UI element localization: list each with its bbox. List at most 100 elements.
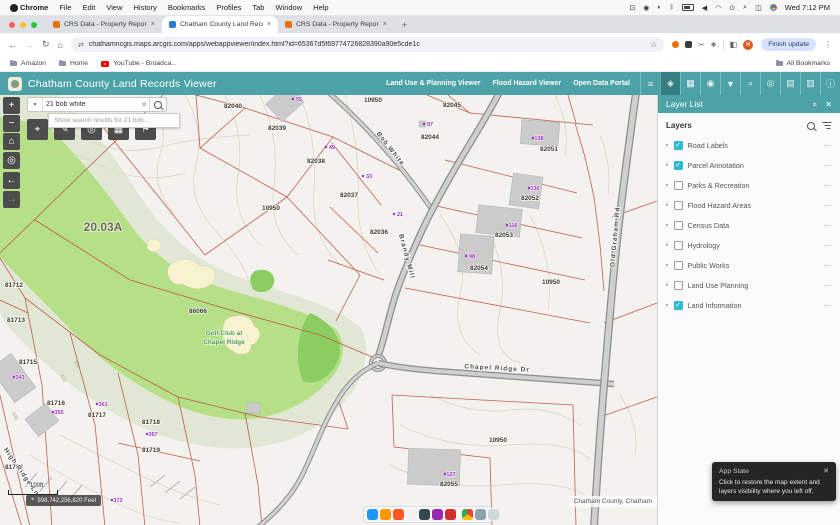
dock-launchpad-icon[interactable] <box>380 509 391 520</box>
tab-3[interactable]: CRS Data - Property Report f× <box>278 16 394 33</box>
expand-layer-icon[interactable]: ▸ <box>666 302 669 308</box>
map-canvas[interactable]: 600610630 20.03A Golf Club at Chapel Rid… <box>0 95 657 525</box>
menu-window[interactable]: Window <box>275 3 302 12</box>
layer-checkbox[interactable] <box>674 221 683 230</box>
apple-icon[interactable] <box>10 4 18 12</box>
layer-checkbox[interactable] <box>674 281 683 290</box>
header-link-flood-hazard-viewer[interactable]: Flood Hazard Viewer <box>492 80 561 87</box>
close-tab-icon[interactable]: × <box>151 21 155 28</box>
close-tab-icon[interactable]: × <box>383 21 387 28</box>
expand-layer-icon[interactable]: ▸ <box>666 222 669 228</box>
layer-row-hydrology[interactable]: ▸Hydrology⋯ <box>658 235 840 255</box>
profile-avatar[interactable]: H <box>743 40 753 50</box>
close-tab-icon[interactable]: × <box>267 21 271 28</box>
layer-menu-icon[interactable]: ⋯ <box>823 241 832 250</box>
layer-menu-icon[interactable]: ⋯ <box>823 201 832 210</box>
layer-row-census-data[interactable]: ▸Census Data⋯ <box>658 215 840 235</box>
extension-icon[interactable] <box>685 41 692 48</box>
layer-row-parcel-annotation[interactable]: ▸✓Parcel Annotation⋯ <box>658 155 840 175</box>
finish-update-button[interactable]: Finish update <box>761 38 816 51</box>
menu-help[interactable]: Help <box>313 3 328 12</box>
expand-layer-icon[interactable]: ▸ <box>666 202 669 208</box>
map-viewport[interactable]: 600610630 20.03A Golf Club at Chapel Rid… <box>0 95 657 525</box>
layer-menu-icon[interactable]: ⋯ <box>823 281 832 290</box>
layer-checkbox[interactable] <box>674 241 683 250</box>
dock-mail-icon[interactable] <box>393 509 404 520</box>
collapse-panel-icon[interactable]: « <box>811 102 820 106</box>
maximize-window-icon[interactable] <box>31 22 37 28</box>
layer-menu-icon[interactable]: ⋯ <box>823 261 832 270</box>
browser-menu-icon[interactable]: ⋮ <box>824 40 832 49</box>
add-data-icon[interactable]: ◉ <box>700 72 720 95</box>
map-search-box[interactable]: ▼ ✕ <box>27 97 167 112</box>
info-icon[interactable]: ⓘ <box>820 72 840 95</box>
menu-view[interactable]: View <box>106 3 122 12</box>
forward-button[interactable]: → <box>25 40 34 50</box>
next-extent-button[interactable]: → <box>3 191 20 208</box>
zoom-in-button[interactable]: + <box>3 97 20 114</box>
menu-file[interactable]: File <box>59 3 71 12</box>
dock-photos-icon[interactable] <box>406 509 417 520</box>
layer-menu-icon[interactable]: ⋯ <box>823 301 832 310</box>
report-icon[interactable]: ▥ <box>800 72 820 95</box>
bookmark-amazon[interactable]: Amazon <box>10 60 46 67</box>
tab-1[interactable]: CRS Data - Property Report f× <box>46 16 162 33</box>
menu-edit[interactable]: Edit <box>82 3 95 12</box>
layer-row-land-information[interactable]: ▸✓Land Information⋯ <box>658 295 840 315</box>
home-button[interactable]: ⌂ <box>58 40 63 50</box>
expand-layer-icon[interactable]: ▸ <box>666 242 669 248</box>
layer-search-icon[interactable] <box>807 122 815 130</box>
home-extent-button[interactable]: ⌂ <box>3 133 20 150</box>
layer-menu-icon[interactable]: ⋯ <box>823 161 832 170</box>
header-link-land-use-planning-viewer[interactable]: Land Use & Planning Viewer <box>386 80 480 87</box>
layer-checkbox[interactable] <box>674 181 683 190</box>
layer-menu-icon[interactable]: ⋯ <box>823 181 832 190</box>
layer-row-road-labels[interactable]: ▸✓Road Labels⋯ <box>658 135 840 155</box>
dock-settings-icon[interactable] <box>419 509 430 520</box>
layer-menu-icon[interactable]: ⋯ <box>823 141 832 150</box>
side-panel-icon[interactable]: ◧ <box>730 40 738 49</box>
window-controls[interactable] <box>0 22 46 33</box>
app-state-popup[interactable]: App State ✕ Click to restore the map ext… <box>712 462 836 501</box>
search-button[interactable] <box>149 98 166 111</box>
bookmark-home[interactable]: Home <box>59 60 88 67</box>
layer-checkbox[interactable]: ✓ <box>674 141 683 150</box>
layer-menu-icon[interactable]: ⋯ <box>823 221 832 230</box>
layer-checkbox[interactable]: ✓ <box>674 301 683 310</box>
url-text[interactable]: chathamncgis.maps.arcgis.com/apps/webapp… <box>89 41 645 48</box>
expand-layer-icon[interactable]: ▸ <box>666 162 669 168</box>
layer-filter-icon[interactable] <box>822 121 832 130</box>
my-location-button[interactable]: ◎ <box>3 152 20 169</box>
layer-row-parks-recreation[interactable]: ▸Parks & Recreation⋯ <box>658 175 840 195</box>
search-suggestion[interactable]: Show search results for 21 bob... <box>48 113 180 128</box>
bookmark-star-icon[interactable]: ☆ <box>650 40 657 49</box>
back-button[interactable]: ← <box>8 40 17 50</box>
menu-tab[interactable]: Tab <box>252 3 264 12</box>
layer-checkbox[interactable]: ✓ <box>674 161 683 170</box>
bookmark-youtube-broadca-[interactable]: ▸YouTube - Broadca... <box>101 60 177 67</box>
dock-tv-icon[interactable] <box>445 509 456 520</box>
draw-icon[interactable]: ◎ <box>760 72 780 95</box>
dock-chrome-icon[interactable] <box>462 509 473 520</box>
menu-bookmarks[interactable]: Bookmarks <box>168 3 206 12</box>
expand-layer-icon[interactable]: ▸ <box>666 142 669 148</box>
legend-icon[interactable]: ≡ <box>640 72 660 95</box>
dock-finder-icon[interactable] <box>367 509 378 520</box>
search-source-dropdown[interactable]: ▼ <box>28 98 43 111</box>
close-panel-icon[interactable]: ✕ <box>825 100 832 109</box>
menu-profiles[interactable]: Profiles <box>216 3 241 12</box>
layer-checkbox[interactable] <box>674 201 683 210</box>
print-icon[interactable]: ▤ <box>780 72 800 95</box>
site-info-icon[interactable]: ⇄ <box>78 41 84 49</box>
close-popup-icon[interactable]: ✕ <box>823 467 829 475</box>
basemap-icon[interactable]: ▦ <box>680 72 700 95</box>
clear-search-icon[interactable]: ✕ <box>139 101 149 109</box>
screenshot-extension-icon[interactable]: ✂ <box>698 41 704 49</box>
extension-icon[interactable] <box>672 41 679 48</box>
menu-history[interactable]: History <box>134 3 157 12</box>
tab-2[interactable]: Chatham County Land Recor× <box>162 16 278 33</box>
layer-list-icon[interactable]: ◈ <box>660 72 680 95</box>
reload-button[interactable]: ↻ <box>42 39 50 50</box>
dock-music-icon[interactable] <box>432 509 443 520</box>
expand-layer-icon[interactable]: ▸ <box>666 182 669 188</box>
